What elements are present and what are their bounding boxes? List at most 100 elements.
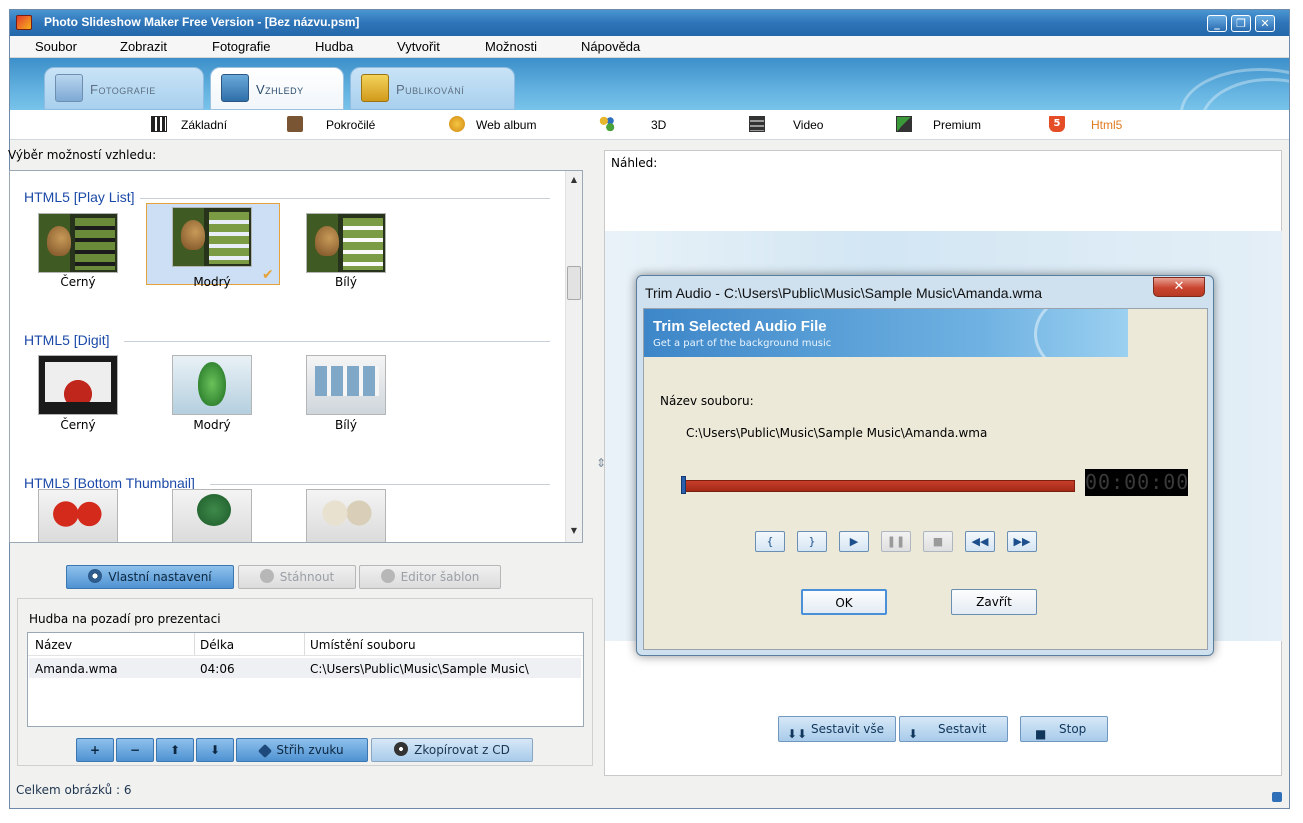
menu-napoveda[interactable]: Nápověda: [581, 39, 640, 54]
sub-tab-bar: Základní Pokročilé Web album 3D Video Pr…: [10, 110, 1289, 140]
music-row-length: 04:06: [200, 662, 235, 676]
group-divider: [210, 484, 550, 485]
rewind-button[interactable]: ◀◀: [965, 531, 995, 552]
time-display: 00:00:00: [1085, 469, 1190, 496]
themes-icon: [221, 74, 249, 102]
window-title: Photo Slideshow Maker Free Version - [Be…: [44, 15, 360, 29]
build-icon: ⬇: [908, 727, 919, 741]
menu-vytvorit[interactable]: Vytvořit: [397, 39, 440, 54]
play-button[interactable]: ▶: [839, 531, 869, 552]
column-header-name[interactable]: Název: [35, 638, 72, 652]
set-end-button[interactable]: }: [797, 531, 827, 552]
set-start-button[interactable]: {: [755, 531, 785, 552]
group-divider: [140, 198, 550, 199]
scroll-down-icon[interactable]: ▼: [568, 526, 580, 538]
dialog-body: Trim Selected Audio File Get a part of t…: [643, 308, 1208, 650]
column-header-length[interactable]: Délka: [200, 638, 234, 652]
title-bar: Photo Slideshow Maker Free Version - [Be…: [10, 10, 1289, 36]
build-all-button[interactable]: ⬇⬇ Sestavit vše: [778, 716, 896, 742]
minimize-button[interactable]: _: [1207, 15, 1227, 32]
copy-from-cd-button[interactable]: Zkopírovat z CD: [371, 738, 533, 762]
remove-music-button[interactable]: −: [116, 738, 154, 762]
move-up-button[interactable]: ⬆: [156, 738, 194, 762]
theme-label: Bílý: [334, 275, 357, 289]
theme-thumb-playlist-white[interactable]: [306, 213, 386, 273]
tab-publikovani[interactable]: Publikování: [350, 67, 515, 110]
html5-icon: 5: [1049, 116, 1065, 132]
move-down-button[interactable]: ⬇: [196, 738, 234, 762]
subtab-premium[interactable]: Premium: [933, 118, 981, 132]
scroll-up-icon[interactable]: ▲: [568, 175, 580, 187]
menu-hudba[interactable]: Hudba: [315, 39, 353, 54]
trim-audio-button[interactable]: Střih zvuku: [236, 738, 368, 762]
cd-icon: [394, 742, 409, 756]
gallery-scrollbar[interactable]: ▲ ▼: [565, 171, 582, 542]
theme-gallery: HTML5 [Play List] Černý Modrý ✔ Bílý HTM…: [9, 170, 583, 543]
fast-forward-button[interactable]: ▶▶: [1007, 531, 1037, 552]
dialog-close-button[interactable]: ✕: [1153, 277, 1205, 297]
gear-icon: [88, 569, 103, 583]
photos-icon: [55, 74, 83, 102]
theme-thumb-bottom-black[interactable]: [38, 489, 118, 542]
theme-label: Modrý: [193, 275, 231, 289]
close-dialog-button[interactable]: Zavřít: [951, 589, 1037, 615]
pause-button[interactable]: ❚❚: [881, 531, 911, 552]
theme-thumb-playlist-black[interactable]: [38, 213, 118, 273]
tab-fotografie[interactable]: Fotografie: [44, 67, 204, 110]
maximize-button[interactable]: ❐: [1231, 15, 1251, 32]
music-table: Název Délka Umístění souboru Amanda.wma …: [27, 632, 584, 727]
subtab-zakladni[interactable]: Základní: [181, 118, 227, 132]
theme-thumb-playlist-blue[interactable]: [172, 207, 252, 267]
subtab-pokrocile[interactable]: Pokročilé: [326, 118, 375, 132]
theme-thumb-digit-black[interactable]: [38, 355, 118, 415]
banner-title: Trim Selected Audio File: [653, 318, 827, 335]
scroll-thumb[interactable]: [567, 266, 581, 300]
theme-thumb-bottom-white[interactable]: [306, 489, 386, 542]
theme-thumb-bottom-blue[interactable]: [172, 489, 252, 542]
menu-soubor[interactable]: Soubor: [35, 39, 77, 54]
menu-fotografie[interactable]: Fotografie: [212, 39, 271, 54]
template-editor-button[interactable]: Editor šablon: [359, 565, 501, 589]
subtab-html5[interactable]: Html5: [1091, 118, 1122, 132]
dialog-banner: Trim Selected Audio File Get a part of t…: [644, 309, 1128, 357]
trim-audio-dialog: Trim Audio - C:\Users\Public\Music\Sampl…: [636, 275, 1214, 656]
theme-thumb-digit-white[interactable]: [306, 355, 386, 415]
subtab-web-album[interactable]: Web album: [476, 118, 536, 132]
splitter-handle-icon[interactable]: ⇕: [596, 456, 606, 470]
tab-vzhledy[interactable]: Vzhledy: [210, 67, 344, 110]
status-image-count: Celkem obrázků : 6: [16, 783, 132, 797]
web-icon: [449, 116, 465, 132]
stop-playback-button[interactable]: ■: [923, 531, 953, 552]
filename-value: C:\Users\Public\Music\Sample Music\Amand…: [686, 426, 988, 440]
group-title-digit: HTML5 [Digit]: [24, 332, 110, 348]
column-header-location[interactable]: Umístění souboru: [310, 638, 416, 652]
main-tab-band: Fotografie Vzhledy Publikování: [10, 58, 1289, 110]
stop-button[interactable]: ■ Stop: [1020, 716, 1108, 742]
molecule-icon: [599, 116, 615, 132]
music-row-path: C:\Users\Public\Music\Sample Music\: [310, 662, 529, 676]
trim-position-handle[interactable]: [681, 476, 686, 494]
menu-bar: Soubor Zobrazit Fotografie Hudba Vytvoři…: [10, 36, 1289, 58]
premium-icon: [896, 116, 912, 132]
build-button[interactable]: ⬇ Sestavit: [899, 716, 1008, 742]
checkmark-icon: ✔: [262, 267, 274, 283]
group-title-playlist: HTML5 [Play List]: [24, 189, 135, 205]
theme-thumb-digit-blue[interactable]: [172, 355, 252, 415]
menu-zobrazit[interactable]: Zobrazit: [120, 39, 167, 54]
subtab-video[interactable]: Video: [793, 118, 823, 132]
ok-button[interactable]: OK: [801, 589, 887, 615]
audio-trim-track[interactable]: [681, 480, 1075, 492]
subtab-3d[interactable]: 3D: [651, 118, 666, 132]
menu-moznosti[interactable]: Možnosti: [485, 39, 537, 54]
banner-subtitle: Get a part of the background music: [653, 338, 832, 349]
custom-settings-button[interactable]: Vlastní nastavení: [66, 565, 234, 589]
banner-decoration: [1034, 309, 1128, 357]
theme-options-label: Výběr možností vzhledu:: [8, 148, 157, 162]
add-music-button[interactable]: +: [76, 738, 114, 762]
resize-grip-icon[interactable]: [1272, 792, 1282, 802]
close-window-button[interactable]: ✕: [1255, 15, 1275, 32]
download-icon: [259, 569, 274, 583]
film-icon: [749, 116, 765, 132]
theme-label: Bílý: [334, 418, 357, 432]
download-button[interactable]: Stáhnout: [238, 565, 356, 589]
